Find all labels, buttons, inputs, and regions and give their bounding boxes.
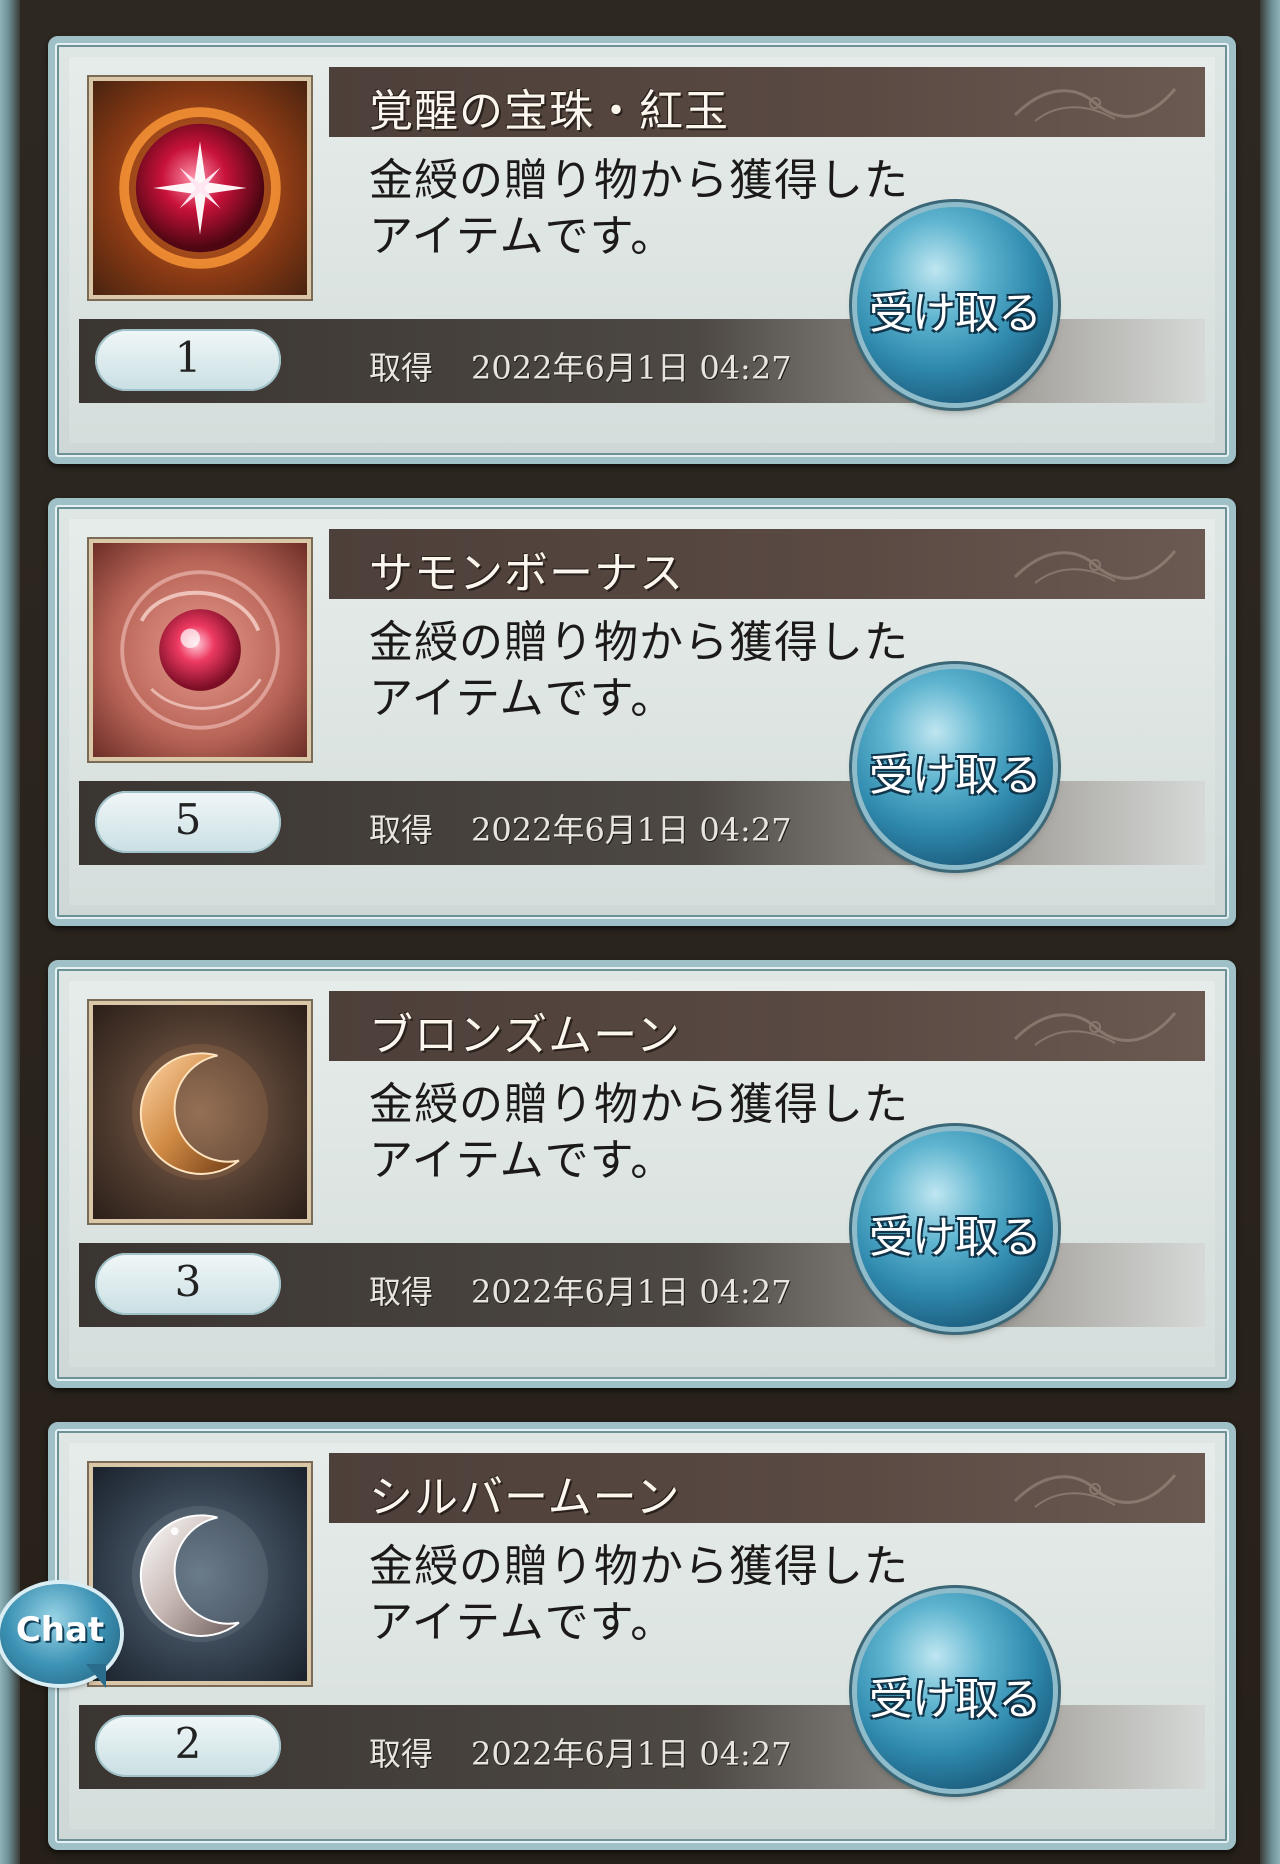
card-body: サモンボーナス 金綬の贈り物から獲得したアイテムです。 5 取得 2022年6月… xyxy=(69,519,1215,905)
receive-button[interactable]: 受け取る xyxy=(857,207,1053,403)
chat-label: Chat xyxy=(15,1610,105,1650)
quantity-value: 5 xyxy=(174,795,202,844)
present-card: シルバームーン 金綬の贈り物から獲得したアイテムです。 2 取得 2022年6月… xyxy=(48,1422,1236,1850)
card-body: ブロンズムーン 金綬の贈り物から獲得したアイテムです。 3 取得 2022年6月… xyxy=(69,981,1215,1367)
item-name: シルバームーン xyxy=(369,1472,681,1523)
item-description: 金綬の贈り物から獲得したアイテムです。 xyxy=(369,1079,909,1186)
receive-button[interactable]: 受け取る xyxy=(857,1593,1053,1789)
card-body: シルバームーン 金綬の贈り物から獲得したアイテムです。 2 取得 2022年6月… xyxy=(69,1443,1215,1829)
acquired-date: 2022年6月1日 04:27 xyxy=(471,1273,792,1311)
present-card: ブロンズムーン 金綬の贈り物から獲得したアイテムです。 3 取得 2022年6月… xyxy=(48,960,1236,1388)
acquired-date: 2022年6月1日 04:27 xyxy=(471,811,792,849)
chat-button[interactable]: Chat xyxy=(0,1584,120,1692)
receive-button-label: 受け取る xyxy=(869,750,1042,801)
bronze-moon-icon xyxy=(89,1001,311,1223)
receive-button-label: 受け取る xyxy=(869,1212,1042,1263)
acquired-date: 2022年6月1日 04:27 xyxy=(471,349,792,387)
flourish-ornament-icon xyxy=(1013,1474,1177,1508)
quantity-value: 3 xyxy=(174,1257,202,1306)
item-description: 金綬の贈り物から獲得したアイテムです。 xyxy=(369,155,909,262)
receive-button[interactable]: 受け取る xyxy=(857,1131,1053,1327)
item-name: サモンボーナス xyxy=(369,548,684,599)
item-name: 覚醒の宝珠・紅玉 xyxy=(369,86,729,137)
summon-orb-icon xyxy=(89,539,311,761)
crimson-orb-icon xyxy=(89,77,311,299)
acquired-label: 取得 xyxy=(369,811,434,849)
acquired-label: 取得 xyxy=(369,349,434,387)
acquired-date: 2022年6月1日 04:27 xyxy=(471,1735,792,1773)
acquired-label: 取得 xyxy=(369,1273,434,1311)
acquired-label: 取得 xyxy=(369,1735,434,1773)
receive-button-label: 受け取る xyxy=(869,1674,1042,1725)
flourish-ornament-icon xyxy=(1013,550,1177,584)
present-card: サモンボーナス 金綬の贈り物から獲得したアイテムです。 5 取得 2022年6月… xyxy=(48,498,1236,926)
quantity-value: 1 xyxy=(174,333,202,382)
item-description: 金綬の贈り物から獲得したアイテムです。 xyxy=(369,617,909,724)
right-frame-edge xyxy=(1260,0,1280,1864)
silver-moon-icon xyxy=(89,1463,311,1685)
present-card: 覚醒の宝珠・紅玉 金綬の贈り物から獲得したアイテムです。 1 取得 2022年6… xyxy=(48,36,1236,464)
item-description: 金綬の贈り物から獲得したアイテムです。 xyxy=(369,1541,909,1648)
chat-bubble-tail xyxy=(86,1664,106,1688)
receive-button-label: 受け取る xyxy=(869,288,1042,339)
card-body: 覚醒の宝珠・紅玉 金綬の贈り物から獲得したアイテムです。 1 取得 2022年6… xyxy=(69,57,1215,443)
flourish-ornament-icon xyxy=(1013,88,1177,122)
receive-button[interactable]: 受け取る xyxy=(857,669,1053,865)
item-name: ブロンズムーン xyxy=(369,1010,681,1061)
quantity-value: 2 xyxy=(174,1719,202,1768)
flourish-ornament-icon xyxy=(1013,1012,1177,1046)
